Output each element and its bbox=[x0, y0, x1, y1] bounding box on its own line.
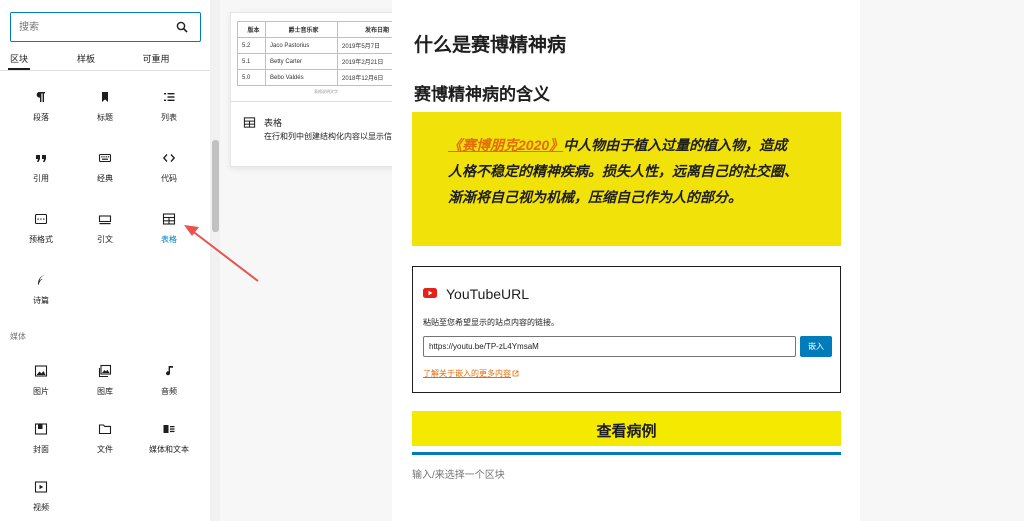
tab-blocks[interactable]: 区块 bbox=[8, 48, 30, 70]
block-search-box[interactable] bbox=[10, 12, 201, 42]
block-label: 封面 bbox=[33, 445, 49, 454]
video-icon bbox=[34, 481, 48, 493]
block-label: 文件 bbox=[97, 445, 113, 454]
block-label: 代码 bbox=[161, 174, 177, 183]
pullquote-icon bbox=[98, 215, 112, 225]
table-cell: Bebo Valdés bbox=[265, 69, 338, 86]
block-label: 引文 bbox=[97, 235, 113, 244]
block-label: 列表 bbox=[161, 113, 177, 122]
bookmark-icon bbox=[102, 92, 108, 102]
block-heading[interactable]: 标题 bbox=[75, 90, 135, 140]
inserter-scroll-thumb[interactable] bbox=[212, 140, 219, 232]
table-header-row: 版本 爵士音乐家 发布日期 bbox=[237, 21, 413, 38]
embed-learn-more-text[interactable]: 了解关于嵌入的更多内容 bbox=[423, 369, 511, 378]
audio-icon bbox=[166, 366, 173, 376]
block-label: 音频 bbox=[161, 387, 177, 396]
search-icon[interactable] bbox=[176, 21, 188, 33]
block-label: 视频 bbox=[33, 503, 49, 512]
block-preformatted[interactable]: 预格式 bbox=[11, 212, 71, 262]
block-pullquote[interactable]: 引文 bbox=[75, 212, 135, 262]
keyboard-icon bbox=[98, 153, 112, 163]
quote-icon bbox=[36, 155, 46, 162]
tab-reusable[interactable]: 可重用 bbox=[134, 48, 178, 68]
block-label: 经典 bbox=[97, 174, 113, 183]
block-label: 段落 bbox=[33, 113, 49, 122]
gallery-icon bbox=[98, 364, 112, 378]
table-icon bbox=[243, 117, 256, 128]
tab-patterns[interactable]: 样板 bbox=[68, 48, 104, 68]
table-cell: 5.2 bbox=[237, 37, 266, 54]
block-inserter-panel: 区块 样板 可重用 段落 标题 列表 引用 经典 代码 bbox=[0, 0, 220, 521]
embed-title: YouTubeURL bbox=[446, 286, 530, 302]
block-verse[interactable]: 诗篇 bbox=[11, 273, 71, 323]
post-heading-2[interactable]: 赛博精神病的含义 bbox=[414, 80, 550, 105]
block-gallery[interactable]: 图库 bbox=[75, 364, 135, 414]
block-video[interactable]: 视频 bbox=[11, 480, 71, 521]
table-header-cell: 版本 bbox=[237, 21, 266, 38]
block-file[interactable]: 文件 bbox=[75, 422, 135, 472]
embed-help-text: 粘贴至您希望显示的站点内容的链接。 bbox=[423, 318, 559, 327]
block-appender-placeholder[interactable]: 输入/来选择一个区块 bbox=[412, 466, 505, 481]
table-cell: Betty Carter bbox=[265, 53, 338, 70]
embed-button[interactable]: 嵌入 bbox=[800, 336, 832, 357]
table-cell: 5.1 bbox=[237, 53, 266, 70]
editor-right-gutter bbox=[860, 0, 1024, 521]
youtube-embed-block[interactable]: YouTubeURL 粘贴至您希望显示的站点内容的链接。 嵌入 了解关于嵌入的更… bbox=[412, 266, 841, 393]
cover-icon bbox=[34, 423, 48, 435]
block-label: 预格式 bbox=[29, 235, 53, 244]
inserter-scroll-track[interactable] bbox=[210, 0, 220, 521]
table-cell: 5.0 bbox=[237, 69, 266, 86]
block-label: 表格 bbox=[161, 235, 177, 244]
preview-table: 版本 爵士音乐家 发布日期 5.2 Jaco Pastorius 2019年5月… bbox=[237, 21, 413, 86]
block-audio[interactable]: 音频 bbox=[139, 364, 199, 414]
block-cover[interactable]: 封面 bbox=[11, 422, 71, 472]
table-icon bbox=[162, 213, 176, 225]
block-label: 图库 bbox=[97, 387, 113, 396]
block-table[interactable]: 表格 bbox=[139, 212, 199, 262]
block-label: 诗篇 bbox=[33, 296, 49, 305]
table-row: 5.0 Bebo Valdés 2018年12月6日 bbox=[237, 69, 413, 86]
embed-url-input[interactable] bbox=[423, 336, 796, 357]
youtube-icon bbox=[423, 288, 437, 298]
post-heading-1[interactable]: 什么是赛博精神病 bbox=[414, 30, 566, 57]
media-text-icon bbox=[163, 425, 175, 433]
block-quote[interactable]: 引用 bbox=[11, 151, 71, 201]
table-cell: Jaco Pastorius bbox=[265, 37, 338, 54]
table-row: 5.1 Betty Carter 2019年2月21日 bbox=[237, 53, 413, 70]
view-cases-button-block[interactable]: 查看病例 bbox=[412, 411, 841, 446]
block-selection-bar bbox=[412, 452, 841, 455]
verse-icon bbox=[38, 275, 45, 285]
highlight-paragraph-block[interactable]: 《赛博朋克2020》中人物由于植入过量的植入物，造成人格不稳定的精神疾病。损失人… bbox=[412, 112, 841, 246]
folder-icon bbox=[98, 424, 112, 435]
paragraph-icon bbox=[36, 92, 45, 102]
preformatted-icon bbox=[34, 213, 48, 225]
block-media-text[interactable]: 媒体和文本 bbox=[139, 422, 199, 472]
highlight-paragraph[interactable]: 《赛博朋克2020》中人物由于植入过量的植入物，造成人格不稳定的精神疾病。损失人… bbox=[448, 132, 798, 210]
table-header-cell: 爵士音乐家 bbox=[265, 21, 338, 38]
block-label: 标题 bbox=[97, 113, 113, 122]
block-code[interactable]: 代码 bbox=[139, 151, 199, 201]
block-label: 引用 bbox=[33, 174, 49, 183]
external-link-icon bbox=[512, 370, 519, 377]
inserter-tabs: 区块 样板 可重用 bbox=[0, 48, 210, 70]
block-paragraph[interactable]: 段落 bbox=[11, 90, 71, 140]
block-image[interactable]: 图片 bbox=[11, 364, 71, 414]
block-label: 媒体和文本 bbox=[149, 445, 189, 454]
view-cases-button-label[interactable]: 查看病例 bbox=[596, 423, 656, 440]
block-list[interactable]: 列表 bbox=[139, 90, 199, 140]
block-classic[interactable]: 经典 bbox=[75, 151, 135, 201]
table-row: 5.2 Jaco Pastorius 2019年5月7日 bbox=[237, 37, 413, 54]
code-icon bbox=[162, 154, 176, 162]
tabs-divider bbox=[0, 70, 210, 71]
section-label-media: 媒体 bbox=[10, 332, 26, 341]
image-icon bbox=[34, 365, 48, 377]
embed-learn-more-link[interactable]: 了解关于嵌入的更多内容 bbox=[423, 368, 519, 379]
preview-title: 表格 bbox=[264, 118, 283, 128]
block-label: 图片 bbox=[33, 387, 49, 396]
list-icon bbox=[164, 93, 175, 101]
quote-link[interactable]: 《赛博朋克2020》 bbox=[448, 137, 563, 153]
block-search-input[interactable] bbox=[19, 19, 169, 35]
